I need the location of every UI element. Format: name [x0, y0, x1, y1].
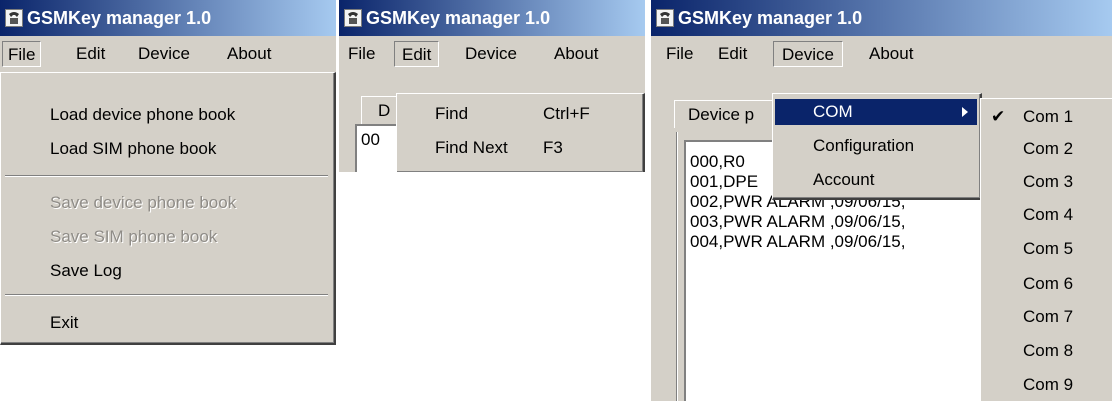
com-submenu: ✔ Com 1 Com 2 Com 3 Com 4 Com 5 Com 6 Co… — [980, 98, 1112, 401]
phone-book-icon — [344, 9, 362, 27]
save-device-phone-book-item[interactable]: Save device phone book — [3, 190, 331, 216]
log-line-1: 001,DPE — [690, 172, 759, 191]
com-port-3[interactable]: Com 3 — [983, 169, 1109, 195]
menu-device[interactable]: Device — [465, 41, 517, 67]
window-title: GSMKey manager 1.0 — [27, 8, 212, 28]
com-port-7[interactable]: Com 7 — [983, 304, 1109, 330]
menu-separator — [5, 175, 328, 177]
menu-about[interactable]: About — [227, 41, 271, 67]
menu-device[interactable]: Device — [773, 41, 843, 67]
find-label: Find — [435, 104, 469, 123]
edit-dropdown: Find Ctrl+F Find Next F3 — [396, 93, 645, 172]
phone-book-icon — [5, 9, 23, 27]
menu-bar: File Edit Device About — [339, 36, 645, 72]
menu-file[interactable]: File — [348, 41, 375, 67]
com-port-5[interactable]: Com 5 — [983, 236, 1109, 262]
menu-about[interactable]: About — [554, 41, 598, 67]
file-dropdown: Load device phone book Load SIM phone bo… — [0, 72, 336, 345]
configuration-item[interactable]: Configuration — [775, 133, 977, 159]
exit-item[interactable]: Exit — [3, 310, 331, 336]
log-line: 00 — [361, 130, 380, 149]
com-port-2[interactable]: Com 2 — [983, 136, 1109, 162]
load-device-phone-book-item[interactable]: Load device phone book — [3, 102, 331, 128]
tab-device[interactable]: D — [361, 96, 401, 124]
submenu-arrow-icon — [961, 99, 969, 125]
com-label: COM — [813, 102, 853, 121]
find-next-label: Find Next — [435, 138, 508, 157]
find-item[interactable]: Find Ctrl+F — [399, 101, 640, 127]
com-port-4[interactable]: Com 4 — [983, 202, 1109, 228]
menu-edit[interactable]: Edit — [76, 41, 105, 67]
com-port-label: Com 1 — [1023, 107, 1074, 126]
save-log-item[interactable]: Save Log — [3, 258, 331, 284]
menu-edit[interactable]: Edit — [718, 41, 747, 67]
com-item[interactable]: COM — [775, 99, 977, 125]
find-shortcut: Ctrl+F — [543, 104, 590, 123]
checkmark-icon: ✔ — [991, 107, 1006, 126]
menu-separator — [5, 294, 328, 296]
menu-device[interactable]: Device — [138, 41, 190, 67]
window-title: GSMKey manager 1.0 — [366, 8, 551, 28]
menu-bar: File Edit Device About — [651, 36, 1112, 72]
com-port-6[interactable]: Com 6 — [983, 271, 1109, 297]
find-next-shortcut: F3 — [543, 138, 563, 157]
window-device-menu: GSMKey manager 1.0 File Edit Device Abou… — [651, 0, 1112, 401]
left-frame-line — [676, 132, 678, 401]
com-port-8[interactable]: Com 8 — [983, 338, 1109, 364]
find-next-item[interactable]: Find Next F3 — [399, 135, 640, 161]
tab-device[interactable]: Device p — [674, 100, 784, 128]
save-sim-phone-book-item[interactable]: Save SIM phone book — [3, 224, 331, 250]
title-bar: GSMKey manager 1.0 — [339, 0, 645, 36]
menu-bar: File Edit Device About — [0, 36, 336, 72]
com-port-9[interactable]: Com 9 — [983, 372, 1109, 398]
title-bar: GSMKey manager 1.0 — [0, 0, 336, 36]
device-dropdown: COM Configuration Account — [772, 93, 982, 200]
menu-edit[interactable]: Edit — [394, 41, 440, 67]
log-line-0: 000,R0 — [690, 152, 745, 171]
window-edit-menu: GSMKey manager 1.0 File Edit Device Abou… — [339, 0, 645, 172]
title-bar: GSMKey manager 1.0 — [651, 0, 1112, 36]
menu-file[interactable]: File — [2, 41, 42, 67]
window-title: GSMKey manager 1.0 — [678, 8, 863, 28]
account-item[interactable]: Account — [775, 167, 977, 193]
menu-about[interactable]: About — [869, 41, 913, 67]
phone-book-icon — [656, 9, 674, 27]
menu-file[interactable]: File — [666, 41, 693, 67]
window-file-menu: GSMKey manager 1.0 File Edit Device Abou… — [0, 0, 336, 345]
log-line-4: 004,PWR ALARM ,09/06/15, — [690, 232, 906, 251]
log-line-3: 003,PWR ALARM ,09/06/15, — [690, 212, 906, 231]
load-sim-phone-book-item[interactable]: Load SIM phone book — [3, 136, 331, 162]
com-port-1[interactable]: ✔ Com 1 — [983, 104, 1109, 130]
